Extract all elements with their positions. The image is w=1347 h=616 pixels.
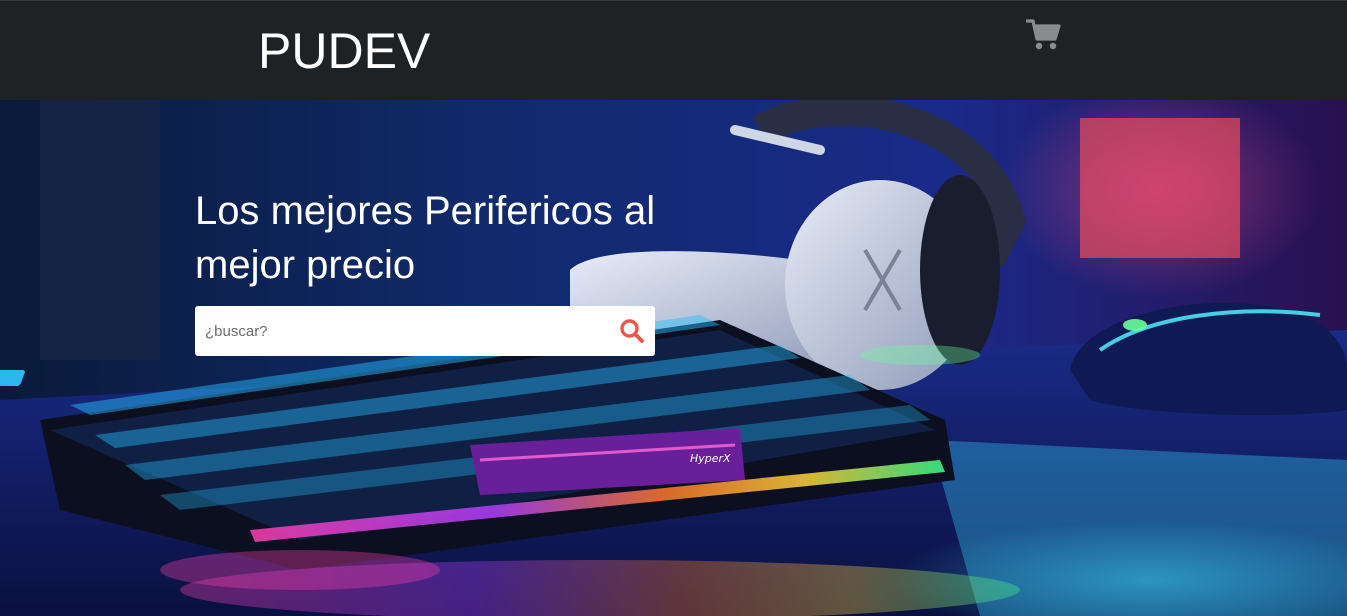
hero-title: Los mejores Perifericos al mejor precio [195, 189, 656, 287]
keyboard-brand-label: HyperX [690, 452, 731, 465]
hero-banner: HyperX Los mejores Perifericos al mejor … [0, 100, 1347, 616]
search-icon[interactable] [619, 318, 645, 344]
brand-logo[interactable]: PUDEV [258, 23, 430, 79]
shopping-cart-icon[interactable] [1025, 18, 1062, 52]
navbar: PUDEV [0, 0, 1347, 100]
hero-background-image: HyperX [0, 100, 1347, 616]
search-bar [195, 306, 655, 356]
search-input[interactable] [195, 306, 595, 356]
